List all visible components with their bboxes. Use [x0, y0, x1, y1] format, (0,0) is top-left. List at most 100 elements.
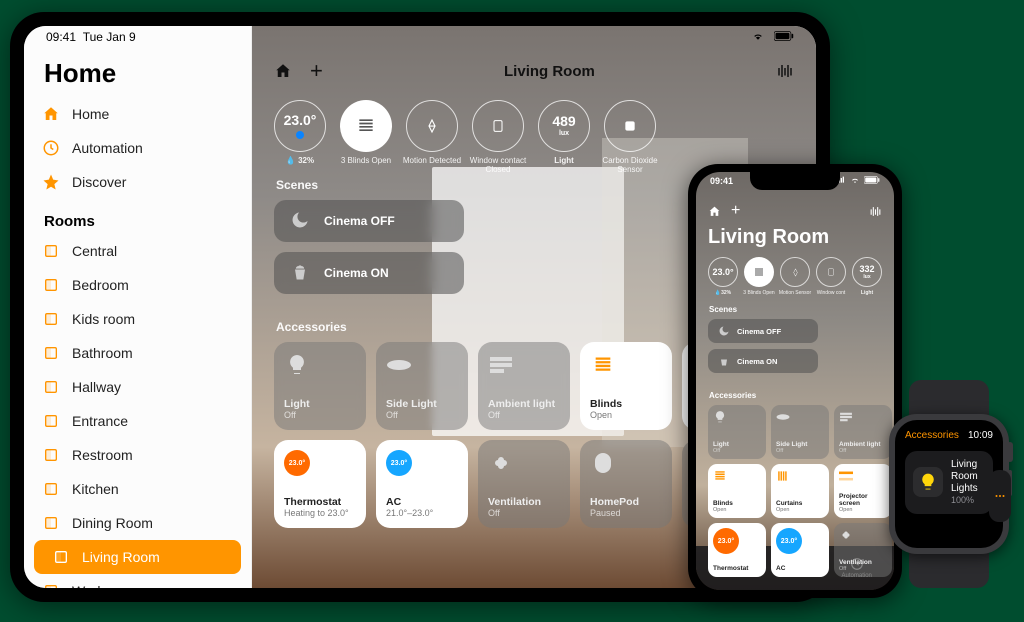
- iphone-tile-curtains[interactable]: CurtainsOpen: [771, 464, 829, 518]
- sidebar-room-kitchen[interactable]: Kitchen: [24, 472, 251, 506]
- sidebar-nav-automation[interactable]: Automation: [24, 131, 251, 165]
- bulb-icon: [713, 410, 761, 424]
- moon-icon: [290, 210, 312, 232]
- iphone-tile-thermostat[interactable]: 23.0° Thermostat: [708, 523, 766, 577]
- tile-homepod[interactable]: HomePodPaused: [580, 440, 672, 528]
- watch-body: Accessories 10:09 Living Room Lights 100…: [889, 414, 1009, 554]
- sidebar-room-dining-room[interactable]: Dining Room: [24, 506, 251, 540]
- room-icon: [42, 446, 60, 464]
- sidebar-rooms-label: Rooms: [44, 213, 251, 230]
- iphone-tile-name: Thermostat: [713, 565, 761, 572]
- iphone-status-time: 09:41: [710, 176, 733, 186]
- summary-contact[interactable]: Window contact Closed: [472, 100, 524, 152]
- scene-label: Cinema OFF: [324, 214, 395, 228]
- fan-icon: [488, 450, 514, 476]
- tile-name: Thermostat: [284, 496, 356, 508]
- iphone-tile-name: Curtains: [776, 500, 824, 507]
- tile-ventilation[interactable]: VentilationOff: [478, 440, 570, 528]
- tile-ac[interactable]: 23.0°AC21.0°–23.0°: [376, 440, 468, 528]
- room-icon: [42, 344, 60, 362]
- iphone-scene-cinema-off[interactable]: Cinema OFF: [708, 319, 818, 343]
- sidebar-nav-label: Discover: [72, 174, 126, 190]
- iphone-summary-climate[interactable]: 23.0° 💧32%: [708, 257, 738, 287]
- iphone-tile-light[interactable]: LightOff: [708, 405, 766, 459]
- popcorn-icon: [718, 355, 730, 367]
- sidebar-room-living-room[interactable]: Living Room: [34, 540, 241, 574]
- iphone-summary-contact[interactable]: Window cont: [816, 257, 846, 287]
- watch-next-card[interactable]: [989, 470, 1011, 522]
- sidebar-nav-home[interactable]: Home: [24, 97, 251, 131]
- iphone-tile-state: Off: [713, 448, 761, 454]
- room-icon: [42, 276, 60, 294]
- tile-thermostat[interactable]: 23.0°ThermostatHeating to 23.0°: [274, 440, 366, 528]
- homepod-icon: [590, 450, 616, 476]
- tile-ambient-light[interactable]: Ambient lightOff: [478, 342, 570, 430]
- sidebar-room-hallway[interactable]: Hallway: [24, 370, 251, 404]
- iphone-tile-side-light[interactable]: Side LightOff: [771, 405, 829, 459]
- iphone-add-button[interactable]: +: [731, 202, 740, 220]
- tile-state: 21.0°–23.0°: [386, 508, 458, 518]
- summary-climate[interactable]: 23.0° 💧 32%: [274, 100, 326, 152]
- watch-accessory-card[interactable]: Living Room Lights 100%: [905, 451, 993, 514]
- sidebar-room-bathroom[interactable]: Bathroom: [24, 336, 251, 370]
- room-topbar: + Living Room: [274, 56, 794, 86]
- summary-co2[interactable]: Carbon Dioxide Sensor: [604, 100, 656, 152]
- iphone-summary-motion[interactable]: Motion Sensor: [780, 257, 810, 287]
- room-icon: [42, 514, 60, 532]
- battery-icon: [774, 30, 794, 44]
- iphone-summary-temp: 23.0°: [712, 267, 733, 277]
- iphone-tile-ac[interactable]: 23.0°AC: [771, 523, 829, 577]
- moon-icon: [718, 325, 730, 337]
- iphone-tile-name: AC: [776, 565, 824, 572]
- sidebar-room-entrance[interactable]: Entrance: [24, 404, 251, 438]
- summary-lux[interactable]: 489 lux Light: [538, 100, 590, 152]
- sidebar-room-label: Hallway: [72, 379, 121, 395]
- summary-lux-unit: lux: [559, 130, 569, 138]
- tile-state: Off: [488, 508, 560, 518]
- watch-crown[interactable]: [1007, 442, 1013, 462]
- tile-side-light[interactable]: Side LightOff: [376, 342, 468, 430]
- summary-temp: 23.0°: [284, 113, 317, 128]
- therm-icon: 23.0°: [713, 528, 761, 542]
- sidebar-room-label: Living Room: [82, 549, 160, 565]
- iphone-scenes-label: Scenes: [709, 305, 882, 314]
- sidebar-room-label: Bathroom: [72, 345, 133, 361]
- sidebar-room-workroom[interactable]: Workroom: [24, 574, 251, 588]
- tile-state: Paused: [590, 508, 662, 518]
- tile-light[interactable]: LightOff: [274, 342, 366, 430]
- scene-cinema-on[interactable]: Cinema ON: [274, 252, 464, 294]
- tile-blinds[interactable]: BlindsOpen: [580, 342, 672, 430]
- sidebar-room-restroom[interactable]: Restroom: [24, 438, 251, 472]
- iphone-scene-cinema-on[interactable]: Cinema ON: [708, 349, 818, 373]
- iphone-tile-state: Open: [713, 507, 761, 513]
- iphone-notch: [750, 172, 840, 190]
- intercom-icon[interactable]: [776, 62, 794, 80]
- sensor-icon: [622, 118, 638, 134]
- iphone-tile-blinds[interactable]: BlindsOpen: [708, 464, 766, 518]
- sidebar-room-kids-room[interactable]: Kids room: [24, 302, 251, 336]
- iphone-home-icon[interactable]: [708, 205, 721, 218]
- iphone-tile-state: Off: [776, 448, 824, 454]
- summary-blinds[interactable]: 3 Blinds Open: [340, 100, 392, 152]
- clock-icon: [42, 139, 60, 157]
- scene-cinema-off[interactable]: Cinema OFF: [274, 200, 464, 242]
- therm-icon: 23.0°: [284, 450, 310, 476]
- sidebar-nav-discover[interactable]: Discover: [24, 165, 251, 199]
- home-nav-icon[interactable]: [274, 62, 292, 80]
- iphone-summary-blinds[interactable]: 3 Blinds Open: [744, 257, 774, 287]
- watch-back-label[interactable]: Accessories: [905, 430, 959, 441]
- tile-state: Off: [488, 410, 560, 420]
- iphone-summary-lux[interactable]: 332 lux Light: [852, 257, 882, 287]
- iphone-tile-name: Blinds: [713, 500, 761, 507]
- room-icon: [42, 412, 60, 430]
- add-button[interactable]: +: [310, 60, 323, 82]
- room-icon: [42, 480, 60, 498]
- summary-motion[interactable]: Motion Detected: [406, 100, 458, 152]
- iphone-intercom-icon[interactable]: [869, 205, 882, 218]
- bulb-icon: [284, 352, 310, 378]
- sidebar-room-central[interactable]: Central: [24, 234, 251, 268]
- sidebar-room-bedroom[interactable]: Bedroom: [24, 268, 251, 302]
- iphone-summary: 23.0° 💧32% 3 Blinds Open Motion Sensor W…: [708, 257, 882, 287]
- sidebar-title: Home: [44, 58, 251, 89]
- iphone-tile-name: Side Light: [776, 441, 824, 448]
